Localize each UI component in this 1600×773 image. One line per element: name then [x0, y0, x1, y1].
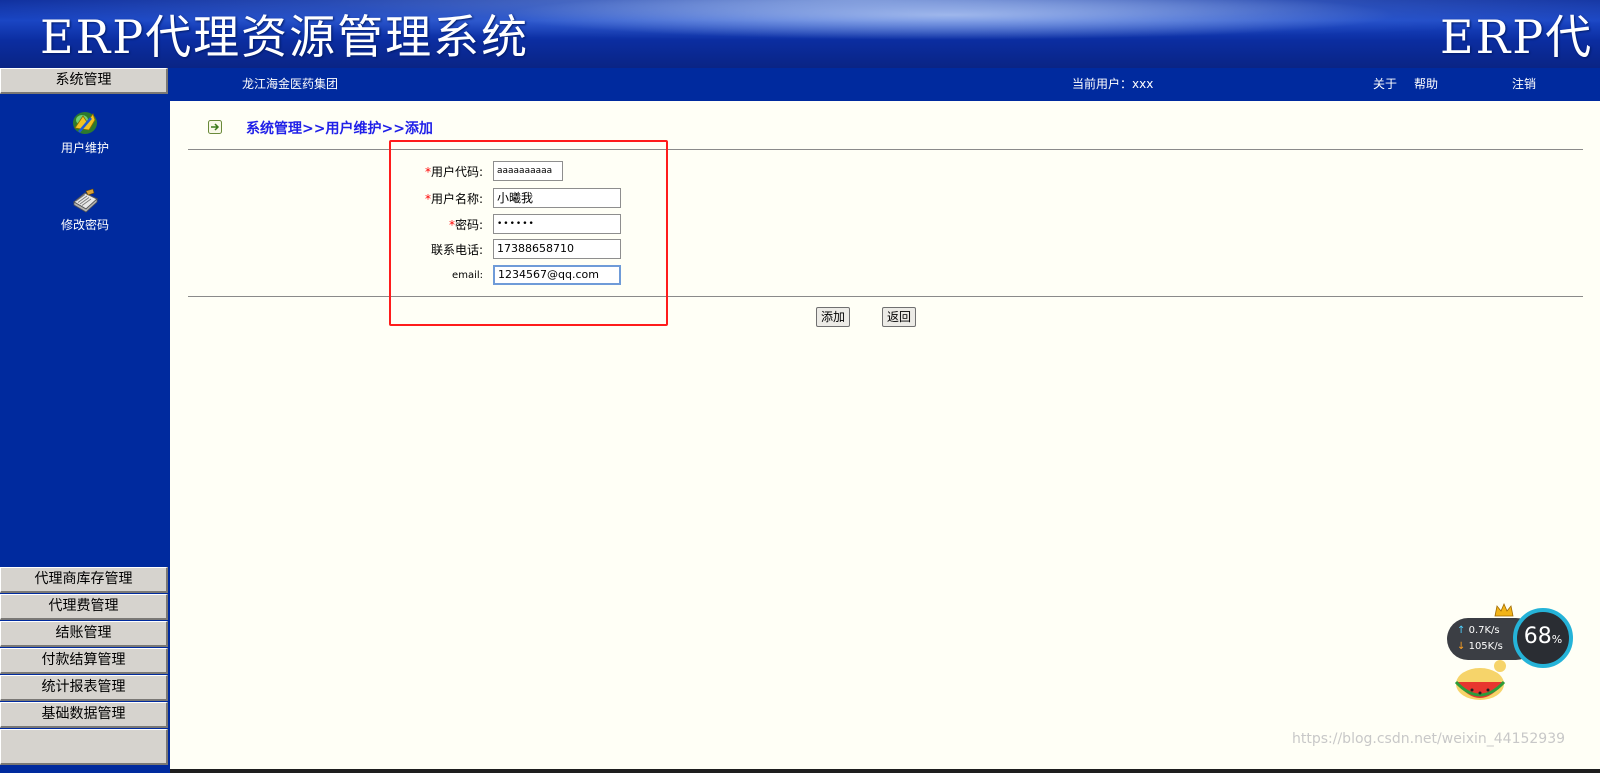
sidebar-menu-empty — [0, 729, 168, 765]
header-banner: ERP代理资源管理系统 ERP代 — [0, 0, 1600, 68]
vip-crown-icon — [1494, 602, 1514, 617]
sidebar-item-user-maintenance[interactable]: 用户维护 — [0, 110, 170, 156]
arrow-right-icon — [208, 120, 222, 134]
mascot-watermelon-icon — [1454, 660, 1506, 700]
bottom-edge — [170, 769, 1600, 773]
sidebar-menu-billing[interactable]: 结账管理 — [0, 621, 168, 647]
usage-percent: 68% — [1523, 624, 1563, 649]
users-icon — [73, 112, 97, 134]
app-title: ERP代理资源管理系统 — [40, 10, 530, 64]
logout-link[interactable]: 注销 — [1512, 77, 1536, 92]
main-content: 系统管理>>用户维护>>添加 *用户代码: aaaaaaaaaa *用户名称: … — [170, 101, 1600, 773]
sidebar-menu-base-data[interactable]: 基础数据管理 — [0, 702, 168, 728]
sidebar-item-change-password[interactable]: 修改密码 — [0, 187, 170, 233]
sidebar-item-label: 修改密码 — [60, 218, 109, 232]
top-info-bar: 龙江海金医药集团 当前用户：xxx 关于 帮助 注销 — [170, 68, 1600, 101]
watermark-text: https://blog.csdn.net/weixin_44152939 — [1292, 731, 1566, 747]
company-name: 龙江海金医药集团 — [242, 77, 339, 91]
sidebar-menu-agent-inventory[interactable]: 代理商库存管理 — [0, 567, 168, 593]
sidebar-item-label: 用户维护 — [60, 141, 109, 155]
sidebar-menu-payment-settlement[interactable]: 付款结算管理 — [0, 648, 168, 674]
highlight-box — [389, 140, 668, 326]
app-title-repeat: ERP代 — [1440, 10, 1594, 64]
help-link[interactable]: 帮助 — [1414, 77, 1438, 92]
breadcrumb: 系统管理>>用户维护>>添加 — [246, 121, 433, 137]
about-link[interactable]: 关于 — [1373, 77, 1397, 92]
notebook-icon — [73, 188, 98, 213]
sidebar-menu-agent-fee[interactable]: 代理费管理 — [0, 594, 168, 620]
sidebar: 系统管理 用户维护 修改密码 代理商库存管理 代理费管理 结账管理 付款结算管理… — [0, 68, 170, 773]
current-user: 当前用户：xxx — [1072, 77, 1154, 91]
network-speed-widget[interactable]: ↑ 0.7K/s ↓ 105K/s 68% — [1445, 600, 1595, 710]
sidebar-menu-system-management[interactable]: 系统管理 — [0, 68, 168, 94]
sidebar-menu-statistics-reports[interactable]: 统计报表管理 — [0, 675, 168, 701]
upload-speed: ↑ 0.7K/s — [1457, 625, 1500, 636]
add-button[interactable]: 添加 — [816, 307, 851, 327]
back-button[interactable]: 返回 — [882, 307, 917, 327]
